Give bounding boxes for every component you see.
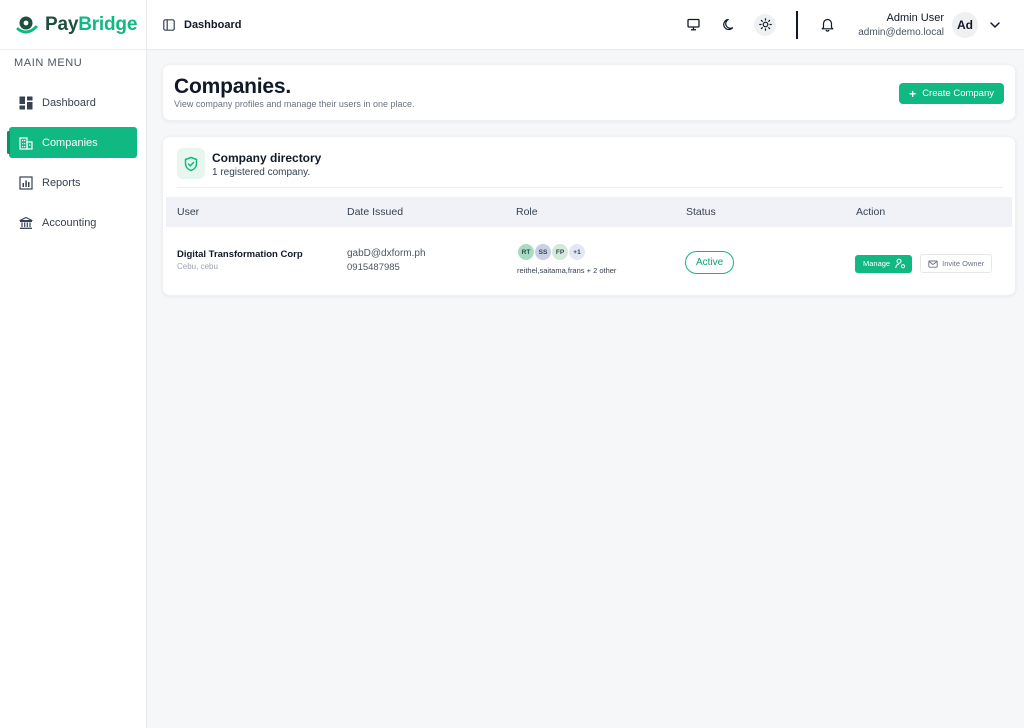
paybridge-logo-icon [16,14,38,36]
avatar: SS [534,243,552,261]
contact-cell: gabD@dxform.ph 0915487985 [347,248,426,273]
table-row: Digital Transformation Corp Cebu, cebu g… [166,235,1012,287]
main-menu-heading: MAIN MENU [14,57,83,69]
bank-icon [19,216,33,230]
company-location: Cebu, cebu [177,262,218,271]
topbar: Dashboard Admin User admin@demo.local Ad [147,0,1024,50]
user-email: admin@demo.local [858,26,944,38]
sidebar-item-companies[interactable]: Companies [7,127,137,158]
column-header-role: Role [516,206,538,218]
status-cell: Active [685,251,735,274]
sidebar-toggle-icon[interactable] [163,18,175,31]
notifications-button[interactable] [816,14,838,36]
sidebar-nav: Dashboard Companies Reports Accounting [0,87,146,238]
page-title: Companies. [174,75,292,98]
company-cell: Digital Transformation Corp Cebu, cebu [177,249,303,271]
avatar: FP [551,243,569,261]
invite-owner-button[interactable]: Invite Owner [920,254,993,273]
topbar-actions: Admin User admin@demo.local Ad [668,0,1024,50]
sidebar: PayBridge MAIN MENU Dashboard Companies … [0,0,147,728]
sidebar-item-dashboard[interactable]: Dashboard [9,87,137,118]
page-subtitle: View company profiles and manage their u… [174,99,415,109]
bar-chart-icon [19,175,33,190]
user-cog-icon [895,258,906,269]
create-company-button[interactable]: + Create Company [899,83,1004,104]
manage-button[interactable]: Manage [855,254,913,273]
column-header-status: Status [686,206,716,218]
moon-icon [722,18,736,31]
dark-theme-button[interactable] [718,14,740,36]
mail-icon [928,259,938,269]
brand-name-part1: Pay [45,13,79,35]
directory-divider [177,187,1003,188]
building-icon [19,136,33,150]
sun-icon [758,18,772,31]
sidebar-item-label: Companies [42,136,98,149]
avatar-overflow-count: +1 [568,243,586,261]
user-info[interactable]: Admin User admin@demo.local [858,12,944,38]
brand[interactable]: PayBridge [0,0,146,50]
directory-title: Company directory [212,151,322,165]
role-cell: RT SS FP +1 reithel,saitama,frans + 2 ot… [517,243,616,275]
company-directory-card: Company directory 1 registered company. … [162,136,1016,296]
shield-check-icon [177,148,205,179]
manage-label: Manage [863,259,891,268]
status-badge: Active [685,251,735,274]
sidebar-item-reports[interactable]: Reports [9,167,137,198]
system-theme-button[interactable] [682,14,704,36]
page-header-card: Companies. View company profiles and man… [162,64,1016,121]
member-avatar-group[interactable]: RT SS FP +1 [517,243,616,261]
invite-owner-label: Invite Owner [942,259,985,268]
brand-name-part2: Bridge [78,13,138,35]
plus-icon: + [909,86,917,101]
directory-subtitle: 1 registered company. [212,167,311,178]
avatar: RT [517,243,535,261]
topbar-divider [796,10,799,39]
table-header: User Date Issued Role Status Action [166,197,1012,227]
column-header-date-issued: Date Issued [347,206,404,218]
create-company-label: Create Company [922,88,994,99]
user-name: Admin User [886,11,944,24]
sidebar-item-accounting[interactable]: Accounting [9,207,137,238]
sidebar-item-label: Accounting [42,216,97,229]
sidebar-item-label: Reports [42,176,81,189]
avatar[interactable]: Ad [952,11,978,38]
brand-name: PayBridge [45,14,137,36]
column-header-user: User [177,206,200,218]
chevron-down-icon[interactable] [988,18,1002,32]
action-cell: Manage Invite Owner [855,254,993,273]
breadcrumb[interactable]: Dashboard [184,19,241,31]
role-member-names: reithel,saitama,frans + 2 other [517,266,617,275]
company-email: gabD@dxform.ph [347,248,426,259]
light-theme-button[interactable] [754,13,777,36]
company-phone: 0915487985 [347,262,400,273]
monitor-icon [687,18,700,31]
bell-icon [820,17,835,32]
column-header-action: Action [856,206,886,218]
company-name[interactable]: Digital Transformation Corp [177,249,303,260]
dashboard-grid-icon [19,96,33,110]
sidebar-item-label: Dashboard [42,96,96,109]
